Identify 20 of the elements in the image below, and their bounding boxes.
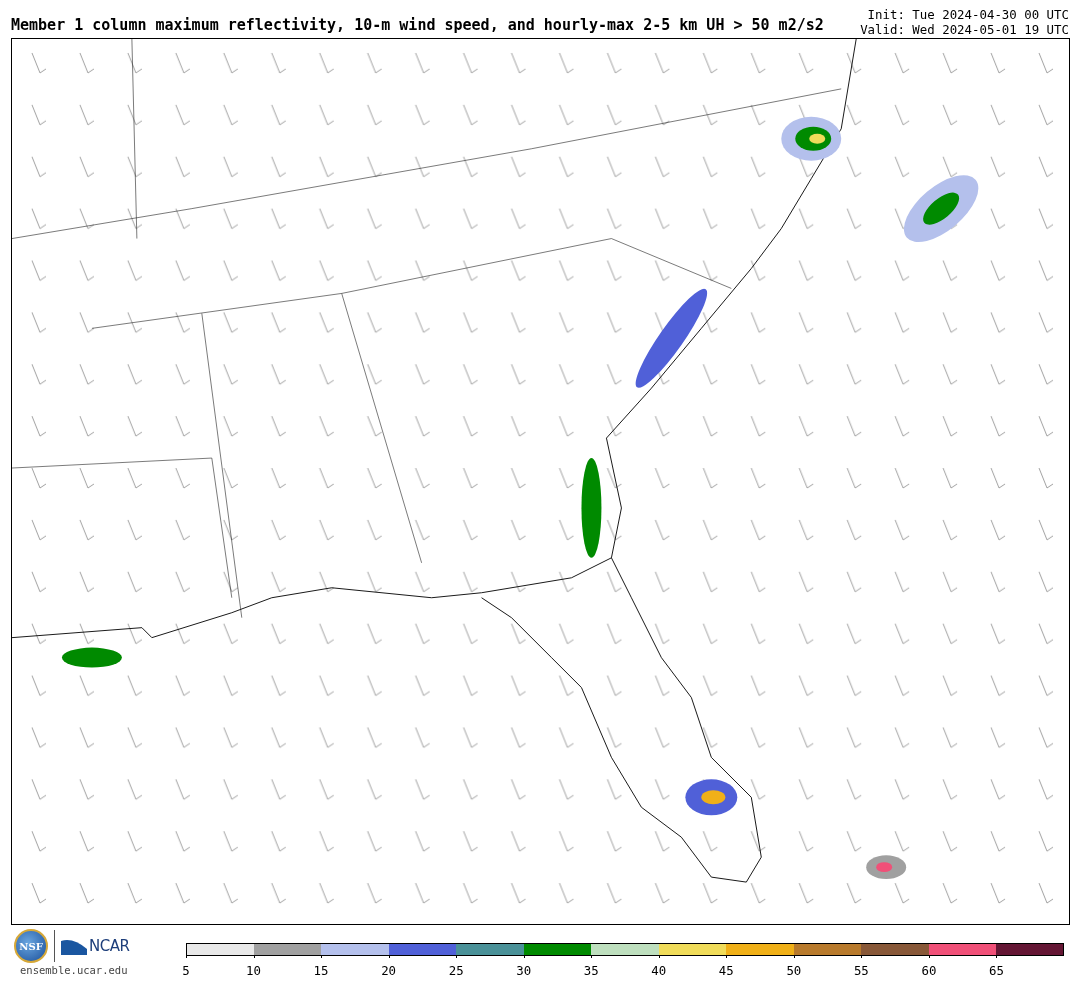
- colorbar-tick-label: 15: [313, 963, 329, 978]
- chart-title: Member 1 column maximum reflectivity, 10-m wind speed, and hourly-max 2-5 km UH > 50 m2/s2: [11, 16, 824, 36]
- colorbar-tick-label: 20: [381, 963, 397, 978]
- colorbar-tick-label: 25: [448, 963, 464, 978]
- swoosh-icon: [61, 937, 87, 955]
- colorbar-tick-label: 45: [718, 963, 734, 978]
- colorbar-tick-label: 5: [182, 963, 190, 978]
- website-url: ensemble.ucar.edu: [20, 964, 128, 976]
- colorbar-tick-label: 30: [516, 963, 532, 978]
- valid-time: Valid: Wed 2024-05-01 19 UTC: [860, 22, 1069, 37]
- colorbar-tick-label: 65: [989, 963, 1004, 978]
- colorbar-tick-label: 60: [921, 963, 937, 978]
- colorbar-tick-label: 35: [583, 963, 599, 978]
- colorbar-tick-label: 50: [786, 963, 802, 978]
- colorbar-tick-label: 55: [853, 963, 869, 978]
- colorbar-tick-label: 40: [651, 963, 667, 978]
- colorbar-tick-label: 10: [246, 963, 261, 978]
- nsf-logo: NSF: [14, 929, 48, 963]
- init-time: Init: Tue 2024-04-30 00 UTC: [867, 8, 1069, 23]
- ncar-logo-text: NCAR: [89, 937, 130, 955]
